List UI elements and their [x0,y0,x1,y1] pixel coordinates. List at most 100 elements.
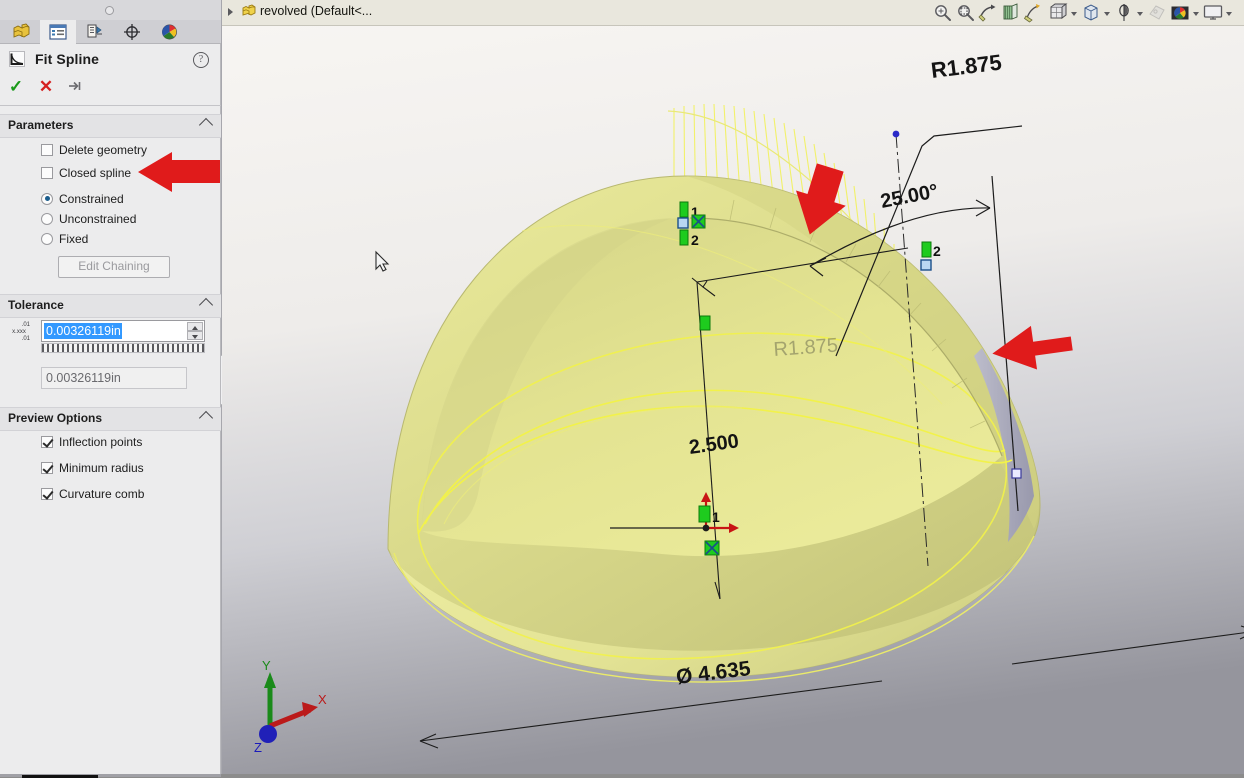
sketch-marker-label-4: 1 [712,509,720,525]
triad-y-label: Y [262,658,271,673]
radio-button[interactable] [41,232,53,245]
view-settings-caret-icon[interactable] [1192,2,1201,24]
display-manager-tab[interactable] [151,20,187,43]
sketch-marker-label-2: 2 [691,232,699,248]
panel-tab-bar [0,20,221,44]
features-tab[interactable] [3,20,39,43]
graphics-viewport[interactable]: 2.500 Ø 4.635 R1.875 R1.875 25.00° 1 2 2… [222,26,1244,778]
view-orientation-icon[interactable] [1023,2,1046,24]
radio-unconstrained[interactable]: Unconstrained [41,209,136,228]
apply-scene-icon[interactable] [1146,2,1168,24]
tolerance-icon-line-top: .01 [21,322,30,328]
pin-button[interactable] [63,76,87,98]
tolerance-dimension-icon: .01 x.xxx .01 [6,322,32,344]
preview-options-group-title: Preview Options [8,411,103,425]
dimxpert-tab[interactable] [114,20,150,43]
radio-button[interactable] [41,212,53,225]
tolerance-group-title: Tolerance [8,298,64,312]
edit-appearance-caret-icon[interactable] [1136,2,1145,24]
confirm-bar: ✓ ✕ [0,76,221,100]
tree-expand-arrow-icon[interactable] [228,8,233,16]
panel-divider [0,105,221,106]
panel-title-row: Fit Spline ? [0,44,221,74]
checkbox-box[interactable] [41,435,53,448]
relation-marker-single[interactable] [699,315,711,331]
dimension-radius-ghost-label: R1.875 [773,335,839,361]
parameters-group-title: Parameters [8,118,74,132]
checkbox-box[interactable] [41,166,53,179]
relation-icon-pierce[interactable] [691,214,706,229]
spinner-down-icon[interactable] [187,331,203,340]
sketch-marker-label-3: 2 [933,243,941,259]
view-settings-icon[interactable] [1169,2,1191,24]
zoom-to-area-icon[interactable] [955,2,977,24]
radio-constrained[interactable]: Constrained [41,189,124,208]
radio-label: Constrained [59,191,124,206]
checkbox-curvature-comb[interactable]: Curvature comb [41,484,144,503]
hide-show-caret-icon[interactable] [1103,2,1112,24]
accept-button[interactable]: ✓ [4,76,28,98]
tolerance-input-value[interactable]: 0.00326119in [44,323,122,339]
checkbox-label: Inflection points [59,434,143,449]
radio-fixed[interactable]: Fixed [41,229,88,248]
triad-x-label: X [318,692,327,707]
dimension-angle-endpoint[interactable] [1011,468,1022,479]
endpoint-top[interactable] [892,130,900,138]
tolerance-group-header[interactable]: Tolerance [0,294,221,318]
part-yellow-icon [242,4,256,16]
radio-label: Fixed [59,231,89,246]
checkbox-label: Minimum radius [59,460,144,475]
parameters-group-header[interactable]: Parameters [0,114,221,138]
sketch-point-handle[interactable] [677,217,689,229]
checkbox-inflection-points[interactable]: Inflection points [41,432,142,451]
checkbox-closed-spline[interactable]: Closed spline [41,163,131,182]
panel-top-strip [0,0,221,20]
page-title: Fit Spline [35,51,99,67]
solidworks-window: Fit Spline ? ✓ ✕ Parameters Delete geome… [0,0,1244,778]
hide-show-items-icon[interactable] [1080,2,1102,24]
checkbox-box[interactable] [41,461,53,474]
display-style-icon[interactable] [1047,2,1069,24]
triad-z-label: Z [254,740,262,755]
tolerance-icon-line-mid: x.xxx [12,329,26,335]
view-toolbar [932,0,1234,26]
panel-collapse-dot[interactable] [105,6,114,15]
feature-tree-label[interactable]: revolved (Default<... [260,4,372,18]
chevron-up-icon [198,297,214,313]
rotate-view-icon[interactable] [978,2,1000,24]
property-manager-panel: Fit Spline ? ✓ ✕ Parameters Delete geome… [0,0,221,778]
preview-options-group-header[interactable]: Preview Options [0,407,221,431]
checkbox-label: Closed spline [59,165,132,180]
spinner-up-icon[interactable] [187,322,203,331]
edit-chaining-button[interactable]: Edit Chaining [58,256,170,278]
annotation-arrow-panel [138,152,220,192]
section-view-icon[interactable] [1001,2,1023,24]
configuration-manager-tab[interactable] [77,20,113,43]
tolerance-spinner[interactable] [187,322,203,340]
chevron-up-icon [198,410,214,426]
cancel-button[interactable]: ✕ [34,76,58,98]
viewport-layout-icon[interactable] [1202,2,1224,24]
display-style-caret-icon[interactable] [1070,2,1079,24]
fit-spline-icon [9,50,25,67]
checkbox-box[interactable] [41,487,53,500]
chevron-up-icon [198,117,214,133]
tolerance-input[interactable]: 0.00326119in [41,320,205,342]
feature-tree-topbar: revolved (Default<... [222,0,1244,26]
sketch-point-handle[interactable] [920,259,932,271]
radio-label: Unconstrained [59,211,137,226]
edit-appearance-icon[interactable] [1113,2,1135,24]
radio-button[interactable] [41,192,53,205]
viewport-layout-caret-icon[interactable] [1225,2,1234,24]
property-manager-tab[interactable] [40,20,76,44]
tolerance-readonly-value: 0.00326119in [41,367,187,389]
help-icon[interactable]: ? [193,52,209,68]
model-canvas[interactable]: 2.500 Ø 4.635 R1.875 R1.875 25.00° 1 2 2… [222,26,1244,778]
tolerance-slider[interactable] [41,343,205,353]
window-bottom-strip [0,774,1244,778]
checkbox-minimum-radius[interactable]: Minimum radius [41,458,144,477]
zoom-to-fit-icon[interactable] [932,2,954,24]
relation-icon-coincident[interactable] [704,540,720,556]
checkbox-label: Curvature comb [59,486,145,501]
checkbox-box[interactable] [41,143,53,156]
